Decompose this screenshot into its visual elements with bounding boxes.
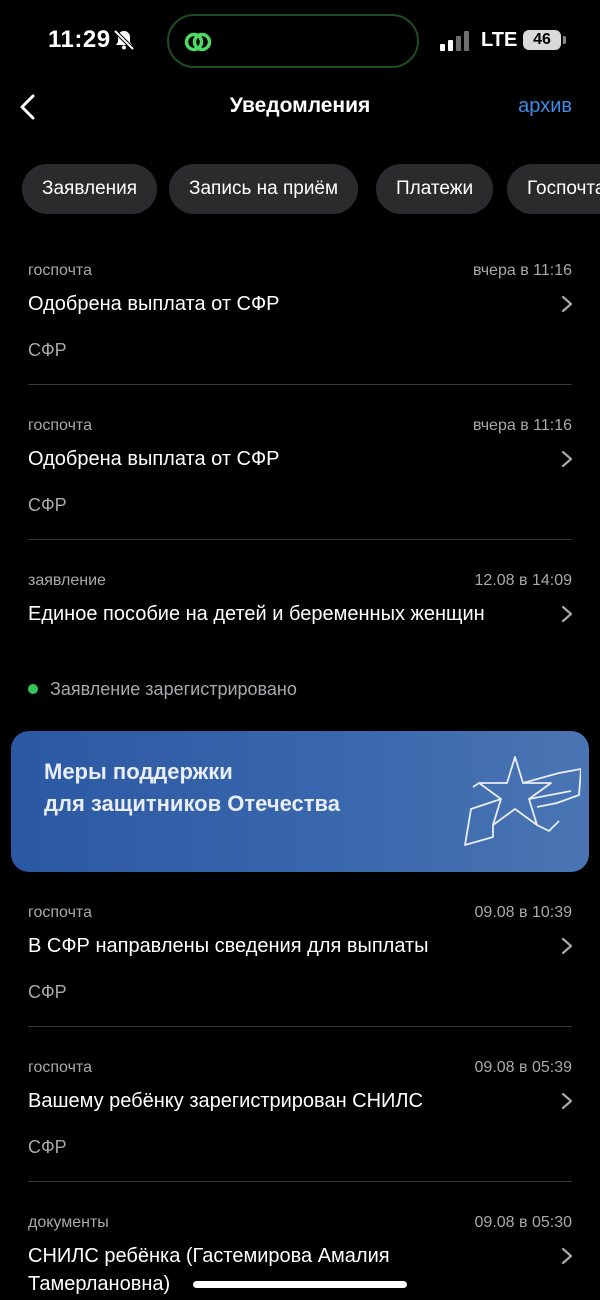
notification-category: документы bbox=[28, 1214, 109, 1231]
notification-category: госпочта bbox=[28, 262, 92, 279]
notification-sender: СФР bbox=[28, 1137, 67, 1157]
chevron-right-icon bbox=[561, 1092, 573, 1110]
notification-item[interactable]: заявление 12.08 в 14:09 Единое пособие н… bbox=[0, 572, 600, 702]
chevron-right-icon bbox=[561, 295, 573, 313]
banner-title-line2: для защитников Отечества bbox=[44, 791, 341, 816]
notification-item[interactable]: госпочта 09.08 в 10:39 В СФР направлены … bbox=[0, 904, 600, 1002]
chevron-right-icon bbox=[561, 937, 573, 955]
page-title: Уведомления bbox=[229, 94, 371, 117]
status-bar: 11:29 LTE 46 bbox=[0, 0, 600, 82]
filter-chips: Заявления Запись на приём Платежи Госпоч… bbox=[22, 164, 600, 214]
notification-title: Вашему ребёнку зарегистрирован СНИЛС bbox=[28, 1090, 423, 1112]
notification-category: госпочта bbox=[28, 904, 92, 921]
nav-bar: Уведомления архив bbox=[0, 82, 600, 132]
dynamic-island[interactable] bbox=[167, 14, 419, 68]
divider bbox=[28, 1181, 572, 1182]
network-type: LTE bbox=[481, 29, 518, 51]
battery-nub bbox=[563, 36, 566, 44]
notification-date: вчера в 11:16 bbox=[472, 417, 572, 434]
notification-item[interactable]: госпочта 09.08 в 05:39 Вашему ребёнку за… bbox=[0, 1059, 600, 1157]
notification-title: В СФР направлены сведения для выплаты bbox=[28, 935, 429, 957]
notification-category: госпочта bbox=[28, 417, 92, 434]
chevron-right-icon bbox=[561, 450, 573, 468]
filter-chip-applications[interactable]: Заявления bbox=[22, 164, 158, 214]
chevron-right-icon bbox=[561, 1247, 573, 1265]
banner-title-line1: Меры поддержки bbox=[44, 759, 233, 784]
notification-date: 09.08 в 05:39 bbox=[474, 1059, 572, 1076]
notification-item[interactable]: госпочта вчера в 11:16 Одобрена выплата … bbox=[0, 417, 600, 515]
filter-chip-appointment[interactable]: Запись на приём bbox=[169, 164, 359, 214]
promo-banner[interactable]: Меры поддержки для защитников Отечества bbox=[11, 731, 589, 872]
divider bbox=[28, 384, 572, 385]
notification-sender: СФР bbox=[28, 495, 67, 515]
notification-title: Одобрена выплата от СФР bbox=[28, 448, 280, 470]
battery-level: 46 bbox=[523, 30, 561, 50]
divider bbox=[28, 1026, 572, 1027]
notification-date: вчера в 11:16 bbox=[472, 262, 572, 279]
notification-sender: СФР bbox=[28, 982, 67, 1002]
notification-date: 09.08 в 05:30 bbox=[474, 1214, 572, 1231]
notification-title: Единое пособие на детей и беременных жен… bbox=[28, 603, 485, 625]
notification-sender: СФР bbox=[28, 340, 67, 360]
notification-category: госпочта bbox=[28, 1059, 92, 1076]
notification-title: Одобрена выплата от СФР bbox=[28, 293, 280, 315]
application-status: Заявление зарегистрировано bbox=[50, 679, 297, 699]
status-dot bbox=[28, 684, 38, 694]
notification-date: 12.08 в 14:09 bbox=[474, 572, 572, 589]
notification-item[interactable]: госпочта вчера в 11:16 Одобрена выплата … bbox=[0, 262, 600, 360]
archive-link[interactable]: архив bbox=[518, 95, 572, 118]
chevron-right-icon bbox=[561, 605, 573, 623]
star-icon bbox=[464, 756, 581, 846]
filter-chip-payments[interactable]: Платежи bbox=[376, 164, 494, 214]
notification-category: заявление bbox=[28, 572, 106, 589]
notification-date: 09.08 в 10:39 bbox=[474, 904, 572, 921]
notifications-screen: 11:29 LTE 46 Уведомления архив Заявления… bbox=[0, 0, 600, 1300]
signal-icon bbox=[440, 31, 469, 51]
notification-title: СНИЛС ребёнка (Гастемирова Амалия Тамерл… bbox=[28, 1245, 390, 1295]
home-indicator[interactable] bbox=[193, 1281, 407, 1288]
link-icon bbox=[184, 32, 212, 52]
filter-chip-gospochta[interactable]: Госпочта bbox=[507, 164, 600, 214]
divider bbox=[28, 539, 572, 540]
bell-slash-icon bbox=[113, 29, 135, 51]
status-time: 11:29 bbox=[48, 26, 111, 53]
